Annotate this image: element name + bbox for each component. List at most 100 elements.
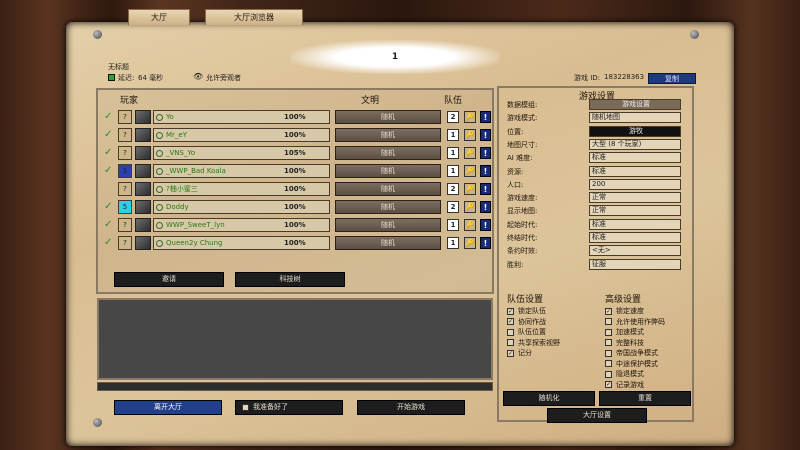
player-name-field[interactable]: Yo 100% [153,110,330,124]
kick-key-icon[interactable]: 🔑 [464,201,476,213]
tab-lobby[interactable]: 大厅 [128,9,190,25]
report-icon[interactable]: ! [480,183,491,195]
player-name-field[interactable]: _WWP_Bad Koala 100% [153,164,330,178]
setting-dropdown[interactable]: 200 [589,178,681,190]
report-icon[interactable]: ! [480,129,491,141]
setting-dropdown[interactable]: 游戏设置 [589,99,681,110]
checkbox[interactable] [605,328,612,336]
player-slot-color[interactable]: ? [118,110,132,124]
option-checkbox-row[interactable]: 队伍位置 [507,327,546,337]
option-checkbox-row[interactable]: 共享探索视野 [507,338,560,348]
report-icon[interactable]: ! [480,219,491,231]
civ-dropdown[interactable]: 随机 [335,146,441,160]
randomize-button[interactable]: 随机化 [503,391,595,406]
team-dropdown[interactable]: 1 [447,219,459,231]
kick-key-icon[interactable]: 🔑 [464,129,476,141]
team-dropdown[interactable]: 1 [447,129,459,141]
kick-key-icon[interactable]: 🔑 [464,147,476,159]
player-slot-color[interactable]: 1 [118,164,132,178]
checkbox[interactable] [507,339,514,346]
kick-key-icon[interactable]: 🔑 [464,237,476,249]
player-name-field[interactable]: WWP_SweeT_lyn 100% [153,218,330,232]
team-dropdown[interactable]: 2 [447,183,459,195]
option-checkbox-row[interactable]: 允许使用作弊码 [605,317,665,327]
checkbox[interactable] [605,339,612,346]
team-dropdown[interactable]: 2 [447,201,459,213]
player-slot-color[interactable]: ? [118,128,132,142]
ready-button[interactable]: ✓ 我准备好了 [235,400,343,415]
option-checkbox-row[interactable]: 完整科技 [605,338,644,348]
lobby-settings-button[interactable]: 大厅设置 [547,408,647,423]
team-dropdown[interactable]: 1 [447,147,459,159]
copy-game-id-button[interactable]: 复制 [648,73,696,84]
civ-dropdown[interactable]: 随机 [335,164,441,178]
setting-dropdown[interactable]: 正常 [589,205,681,217]
setting-dropdown[interactable]: 标准 [589,232,681,243]
option-checkbox-row[interactable]: 加速模式 [605,327,644,337]
checkbox[interactable] [605,360,612,367]
invite-button[interactable]: 邀请 [114,272,224,287]
reset-button[interactable]: 重置 [599,391,691,406]
civ-dropdown[interactable]: 随机 [335,182,441,196]
setting-dropdown[interactable]: 大型 (8 个玩家) [589,138,681,150]
checkbox[interactable] [605,370,612,378]
setting-dropdown[interactable]: 标准 [589,165,681,177]
setting-dropdown[interactable]: 正常 [589,192,681,204]
setting-dropdown[interactable]: 游牧 [589,125,681,137]
player-slot-color[interactable]: ? [118,236,132,250]
checkbox[interactable]: ✓ [507,349,514,357]
checkbox[interactable]: ✓ [507,318,514,325]
report-icon[interactable]: ! [480,147,491,159]
checkbox[interactable] [507,328,514,336]
setting-dropdown[interactable]: 征服 [589,258,681,270]
player-slot-color[interactable]: 5 [118,200,132,214]
player-slot-color[interactable]: ? [118,218,132,232]
team-dropdown[interactable]: 1 [447,165,459,177]
report-icon[interactable]: ! [480,165,491,177]
report-icon[interactable]: ! [480,237,491,249]
setting-dropdown[interactable]: 随机地图 [589,112,681,124]
checkbox[interactable]: ✓ [605,381,612,388]
civ-dropdown[interactable]: 随机 [335,200,441,214]
report-icon[interactable]: ! [480,201,491,213]
player-name-field[interactable]: _VNS_Yo 105% [153,146,330,160]
team-dropdown[interactable]: 2 [447,111,459,123]
civ-dropdown[interactable]: 随机 [335,218,441,232]
leave-lobby-button[interactable]: 离开大厅 [114,400,222,415]
option-checkbox-row[interactable]: ✓ 记录游戏 [605,380,644,390]
player-name-field[interactable]: ?柚小蜜三 100% [153,182,330,196]
player-name-field[interactable]: Doddy 100% [153,200,330,214]
option-checkbox-row[interactable]: 隐退模式 [605,369,644,379]
chat-panel[interactable] [97,298,493,380]
kick-key-icon[interactable]: 🔑 [464,111,476,123]
tab-lobby-browser[interactable]: 大厅浏览器 [205,9,303,25]
kick-key-icon[interactable]: 🔑 [464,219,476,231]
option-checkbox-row[interactable]: 帝国战争模式 [605,348,658,358]
civ-dropdown[interactable]: 随机 [335,128,441,142]
kick-key-icon[interactable]: 🔑 [464,165,476,177]
civ-dropdown[interactable]: 随机 [335,236,441,250]
start-game-button[interactable]: 开始游戏 [357,400,465,415]
player-name-field[interactable]: Queen2y Chung 100% [153,236,330,250]
checkbox[interactable]: ✓ [605,307,612,315]
checkbox[interactable] [605,318,612,325]
report-icon[interactable]: ! [480,111,491,123]
ready-checkbox[interactable]: ✓ [242,403,249,411]
option-checkbox-row[interactable]: ✓ 锁定速度 [605,306,644,316]
setting-dropdown[interactable]: 标准 [589,152,681,164]
option-checkbox-row[interactable]: ✓ 记分 [507,348,532,358]
player-slot-color[interactable]: ? [118,182,132,196]
checkbox[interactable]: ✓ [507,307,514,315]
kick-key-icon[interactable]: 🔑 [464,183,476,195]
option-checkbox-row[interactable]: ✓ 协同作战 [507,317,546,327]
civ-dropdown[interactable]: 随机 [335,110,441,124]
chat-input[interactable] [97,382,493,391]
player-name-field[interactable]: Mr_eY 100% [153,128,330,142]
tech-tree-button[interactable]: 科技树 [235,272,345,287]
option-checkbox-row[interactable]: 中途保护模式 [605,359,658,369]
setting-dropdown[interactable]: <无> [589,245,681,257]
checkbox[interactable] [605,349,612,357]
team-dropdown[interactable]: 1 [447,237,459,249]
player-slot-color[interactable]: ? [118,146,132,160]
option-checkbox-row[interactable]: ✓ 锁定队伍 [507,306,546,316]
